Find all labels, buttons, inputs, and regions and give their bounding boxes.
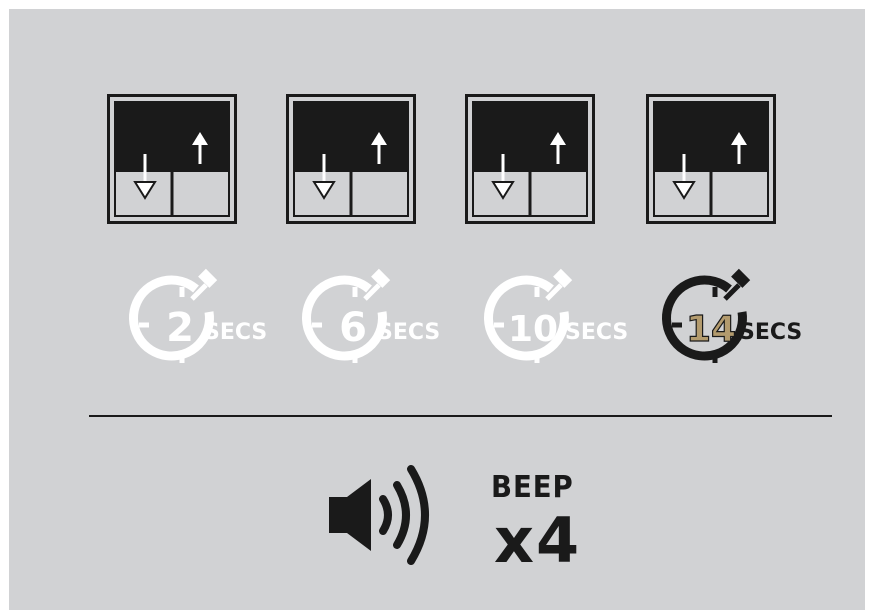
timer-number: 6 [339, 305, 367, 351]
timer-unit: SECS [739, 320, 802, 345]
speaker-sound-icon [325, 455, 455, 575]
timer-unit: SECS [565, 320, 628, 345]
timer-unit: SECS [377, 320, 440, 345]
timer-number: 14 [686, 309, 736, 350]
timer-number: 2 [166, 305, 194, 351]
timer-6-secs: 6 SECS [297, 267, 447, 377]
window-up-down-arrows-icon [465, 94, 595, 224]
beep-count: x4 [494, 504, 582, 577]
timer-2-secs: 2 SECS [124, 267, 274, 377]
timer-number: 10 [508, 309, 558, 350]
instruction-panel: 2 SECS 6 SECS 10 SECS 14 SECS BEEP x4 [9, 9, 865, 610]
window-up-down-arrows-icon [107, 94, 237, 224]
timer-10-secs: 10 SECS [479, 267, 629, 377]
divider [89, 415, 832, 417]
window-up-down-arrows-icon [646, 94, 776, 224]
beep-label: BEEP [491, 470, 574, 505]
timer-unit: SECS [204, 320, 267, 345]
timer-14-secs: 14 SECS [657, 267, 807, 377]
window-up-down-arrows-icon [286, 94, 416, 224]
